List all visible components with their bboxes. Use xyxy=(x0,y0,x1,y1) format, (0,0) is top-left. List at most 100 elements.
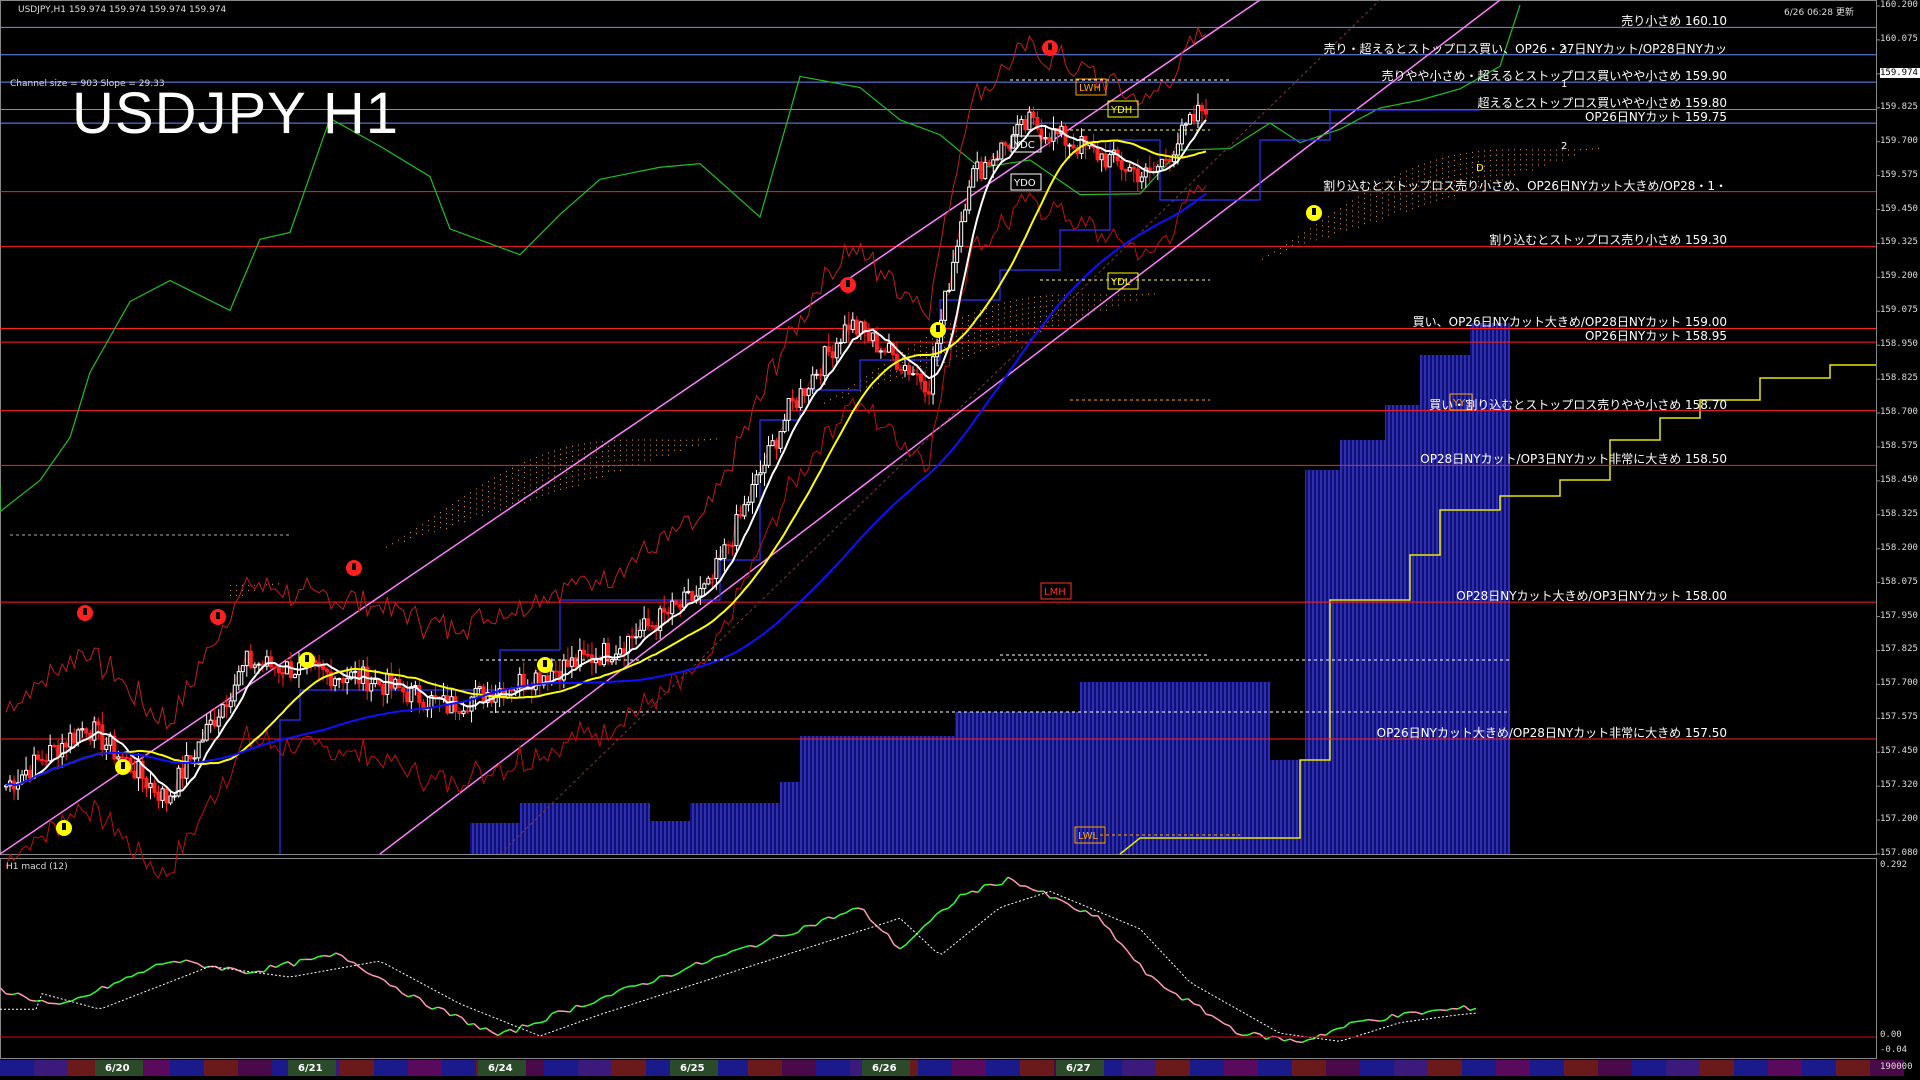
candle-body xyxy=(333,678,338,687)
price-tick-label: 157.950 xyxy=(1880,610,1918,621)
price-tick-label: 157.700 xyxy=(1880,678,1918,689)
candle-body xyxy=(188,755,193,760)
candle-body xyxy=(28,769,33,779)
candle-body xyxy=(666,611,671,615)
macd-line-segment xyxy=(605,994,613,997)
symbol-info: USDJPY,H1 159.974 159.974 159.974 159.97… xyxy=(18,5,227,15)
candle-body xyxy=(722,544,727,559)
macd-line-segment xyxy=(473,1023,481,1030)
candle-body xyxy=(120,756,125,759)
candle-body xyxy=(983,161,988,180)
candle-body xyxy=(545,675,550,683)
candle-body xyxy=(678,603,683,608)
macd-line-segment xyxy=(917,925,925,934)
macd-line-segment xyxy=(509,1028,517,1034)
candle-body xyxy=(325,668,330,673)
date-bar-segment xyxy=(1462,1060,1496,1076)
candle-body xyxy=(337,677,342,680)
macd-line-segment xyxy=(713,955,721,959)
candle-body xyxy=(698,588,703,597)
macd-line-segment xyxy=(131,972,139,978)
macd-line-segment xyxy=(1013,880,1021,887)
macd-line-segment xyxy=(77,995,85,999)
macd-line-segment xyxy=(923,920,931,927)
candle-body xyxy=(268,656,273,668)
macd-line-segment xyxy=(881,930,889,935)
level-label: OP26日NYカット大きめ/OP28日NYカット非常に大きめ 157.50 xyxy=(1376,726,1727,741)
date-bar-segment xyxy=(1496,1060,1530,1076)
date-bar-segment xyxy=(1394,1060,1428,1076)
candle-body xyxy=(646,618,651,627)
macd-line-segment xyxy=(29,999,37,1002)
candle-body xyxy=(341,677,346,684)
macd-line-segment xyxy=(1151,975,1159,982)
macd-line-segment xyxy=(545,1012,553,1022)
candle-body xyxy=(321,665,326,670)
macd-line-segment xyxy=(905,938,913,946)
macd-line-segment xyxy=(623,985,631,989)
candle-body xyxy=(409,686,414,703)
date-bar-segment xyxy=(612,1060,646,1076)
candle-body xyxy=(943,290,948,321)
candle-body xyxy=(116,756,121,760)
macd-line-segment xyxy=(701,961,709,965)
macd-line-segment xyxy=(671,972,679,977)
price-tick-label: 158.825 xyxy=(1880,373,1918,384)
macd-line-segment xyxy=(1319,1033,1327,1036)
date-bar-segment xyxy=(238,1060,272,1076)
macd-line-segment xyxy=(197,963,205,969)
date-bar-segment xyxy=(1564,1060,1598,1076)
macd-line-segment xyxy=(1121,944,1129,953)
candle-body xyxy=(148,782,153,788)
macd-line-segment xyxy=(1061,899,1069,905)
macd-line-segment xyxy=(1109,929,1117,941)
candle-body xyxy=(52,745,57,748)
date-bar-segment xyxy=(1768,1060,1802,1076)
candle-body xyxy=(1103,153,1108,168)
candle-body xyxy=(292,674,297,678)
macd-line-segment xyxy=(971,890,979,894)
candle-body xyxy=(758,472,763,476)
candle-body xyxy=(738,514,743,517)
candle-body xyxy=(878,350,883,353)
macd-line-segment xyxy=(719,953,727,957)
candle-body xyxy=(164,788,169,804)
candle-body xyxy=(762,464,767,474)
price-tick-label: 159.200 xyxy=(1880,271,1918,282)
macd-line-segment xyxy=(1403,1011,1411,1014)
macd-line-segment xyxy=(533,1022,541,1025)
candle-body xyxy=(100,724,105,750)
macd-line-segment xyxy=(887,933,895,946)
candle-body xyxy=(1107,154,1112,168)
price-tick-label: 158.700 xyxy=(1880,407,1918,418)
macd-line-segment xyxy=(83,994,91,998)
macd-line-segment xyxy=(929,914,937,923)
candle-body xyxy=(1187,114,1192,125)
candle-body xyxy=(240,665,245,673)
level-label: 割り込むとストップロス売り小さめ、OP26日NYカット大きめ/OP28・1・ xyxy=(1323,178,1727,193)
level-tag: 2 xyxy=(1561,141,1567,152)
price-tick-label: 157.320 xyxy=(1880,780,1918,791)
macd-line-segment xyxy=(1145,973,1153,978)
candle-body xyxy=(618,648,623,655)
candle-body xyxy=(734,514,739,547)
candle-body xyxy=(40,758,45,762)
candle-body xyxy=(882,350,887,353)
macd-line-segment xyxy=(635,983,643,987)
macd-line-segment xyxy=(1157,980,1165,989)
date-bar-segment xyxy=(1224,1060,1258,1076)
macd-line-segment xyxy=(683,965,691,971)
candle-body xyxy=(212,719,217,727)
macd-line-segment xyxy=(725,950,733,956)
macd-line-segment xyxy=(593,998,601,1004)
candle-body xyxy=(886,342,891,353)
candle-body xyxy=(907,365,911,375)
candle-body xyxy=(1023,118,1028,131)
candle-body xyxy=(96,721,101,726)
date-label: 6/24 xyxy=(488,1063,513,1074)
macd-line-segment xyxy=(1367,1018,1375,1022)
macd-line-segment xyxy=(1205,1013,1213,1017)
macd-line-segment xyxy=(5,992,13,996)
price-tick-label: 157.200 xyxy=(1880,814,1918,825)
macd-line-segment xyxy=(995,883,1003,887)
